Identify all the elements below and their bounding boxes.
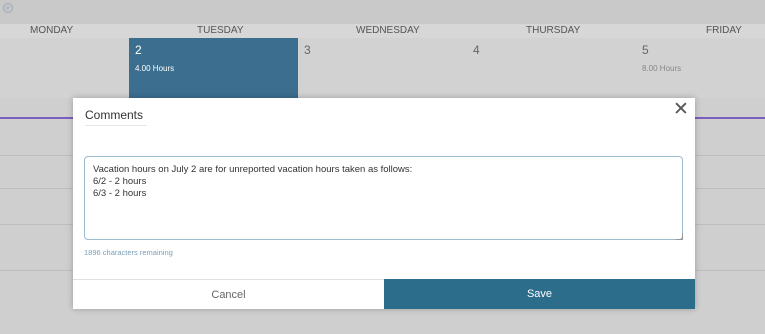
day-number: 4 [473, 43, 480, 57]
accent-line-right [695, 117, 765, 119]
title-underline [85, 125, 147, 126]
dialog-title: Comments [85, 108, 144, 122]
calendar-cell-day-4[interactable]: 4 [467, 38, 637, 98]
accent-line-left [0, 117, 73, 119]
day-number: 3 [304, 43, 311, 57]
resize-handle-icon[interactable] [676, 233, 683, 240]
day-name-thursday: THURSDAY [526, 25, 581, 36]
comments-dialog: Comments ✕ Vacation hours on July 2 are … [73, 98, 695, 309]
day-name-monday: MONDAY [30, 25, 74, 36]
comment-icon[interactable] [2, 2, 16, 16]
calendar-grid: 2 4.00 Hours 3 4 5 8.00 Hours [0, 38, 765, 98]
top-toolbar [0, 0, 765, 24]
calendar-cell-day-2[interactable]: 2 4.00 Hours [129, 38, 299, 98]
dialog-footer: Cancel Save [73, 279, 695, 309]
calendar-cell-day-3[interactable]: 3 [298, 38, 468, 98]
weekday-header: MONDAY TUESDAY WEDNESDAY THURSDAY FRIDAY [0, 24, 765, 39]
day-name-tuesday: TUESDAY [197, 25, 244, 36]
day-name-friday: FRIDAY [706, 25, 742, 36]
calendar-cell-monday[interactable] [0, 38, 130, 98]
day-hours: 8.00 Hours [642, 64, 682, 73]
characters-remaining: 1896 characters remaining [84, 248, 173, 257]
comment-textarea[interactable]: Vacation hours on July 2 are for unrepor… [84, 156, 683, 240]
close-icon[interactable]: ✕ [671, 100, 691, 120]
day-hours: 4.00 Hours [135, 64, 175, 73]
day-number: 2 [135, 43, 142, 57]
day-number: 5 [642, 43, 649, 57]
day-name-wednesday: WEDNESDAY [356, 25, 420, 36]
calendar-cell-day-5[interactable]: 5 8.00 Hours [636, 38, 765, 98]
cancel-button[interactable]: Cancel [73, 279, 384, 309]
save-button[interactable]: Save [384, 279, 695, 309]
